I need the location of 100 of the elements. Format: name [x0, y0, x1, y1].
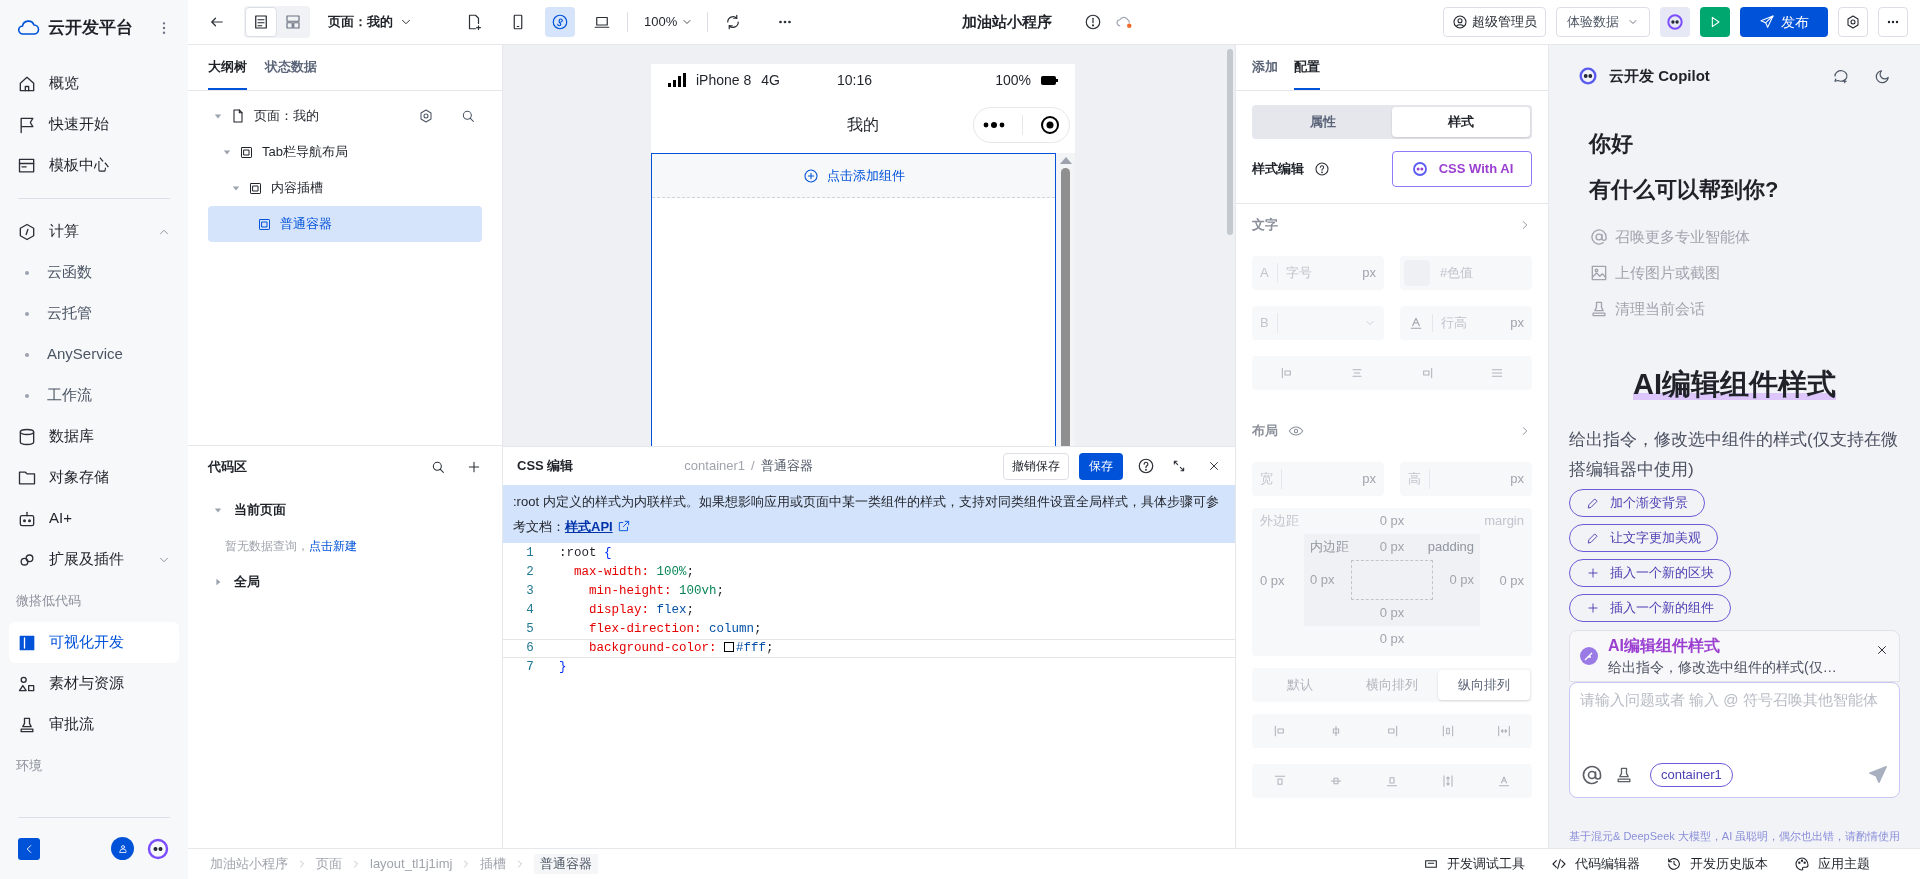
footer-tool[interactable]: 开发调试工具 [1423, 854, 1525, 874]
config-tab[interactable]: 配置 [1294, 45, 1320, 90]
mode-tab[interactable]: 样式 [1392, 107, 1530, 137]
help-icon[interactable] [1314, 161, 1330, 177]
zoom-selector[interactable]: 100% [644, 12, 694, 32]
grid-icon [284, 13, 302, 31]
code-line: :root { [559, 545, 612, 563]
page-selector[interactable]: 页面：我的 [328, 12, 413, 32]
user-avatar[interactable] [111, 837, 134, 860]
footer-tool[interactable]: 代码编辑器 [1551, 854, 1640, 874]
sidebar-item[interactable]: 计算 [9, 211, 179, 252]
caret-down-icon[interactable] [223, 148, 231, 156]
group-label: 当前页面 [234, 501, 286, 520]
sidebar-subitem[interactable]: 云托管 [9, 293, 179, 334]
pencil-icon [1586, 530, 1600, 545]
unit-label: px [1510, 314, 1524, 333]
sidebar-subitem[interactable]: 工作流 [9, 375, 179, 416]
canvas-scrollbar[interactable] [1227, 49, 1233, 235]
close-icon[interactable] [1207, 459, 1221, 473]
sidebar-item[interactable]: 快速开始 [9, 104, 179, 145]
publish-button[interactable]: 发布 [1740, 7, 1828, 37]
tree-item[interactable]: 普通容器 [208, 206, 482, 242]
tree-item[interactable]: 页面：我的 [208, 98, 482, 134]
path-separator: / [751, 457, 755, 476]
tree-item[interactable]: 内容插槽 [208, 170, 482, 206]
docs-link[interactable]: 样式API [565, 519, 613, 534]
sidebar-item[interactable]: 可视化开发 [9, 622, 179, 663]
mode-tab[interactable]: 属性 [1254, 107, 1392, 137]
save-button[interactable]: 保存 [1079, 452, 1123, 480]
data-selector[interactable]: 体验数据 [1556, 7, 1650, 37]
footer-tool[interactable]: 应用主题 [1794, 854, 1870, 874]
sidebar-item[interactable]: 对象存储 [9, 457, 179, 498]
eye-icon[interactable] [1288, 423, 1304, 439]
settings-button[interactable] [1838, 7, 1868, 37]
sidebar-subitem[interactable]: 云函数 [9, 252, 179, 293]
device-button[interactable] [545, 7, 575, 37]
battery-icon [1041, 75, 1058, 85]
code-group[interactable]: 全局 [208, 564, 482, 600]
chat-input[interactable]: 请输入问题或者 输入 @ 符号召唤其他智能体 container1 [1569, 681, 1900, 798]
preview-button[interactable] [1700, 7, 1730, 37]
collapse-button[interactable] [18, 837, 40, 860]
sidebar-item[interactable]: 模板中心 [9, 145, 179, 186]
copilot-icon [1410, 160, 1429, 178]
phone-scrollbar[interactable] [1061, 168, 1070, 446]
add-component-button[interactable]: 点击添加组件 [652, 154, 1055, 198]
undo-save-button[interactable]: 撤销保存 [1003, 452, 1069, 480]
component-icon [239, 144, 254, 160]
copilot-icon [1665, 12, 1685, 32]
alert-icon[interactable] [1084, 13, 1103, 31]
at-icon [1589, 227, 1609, 247]
search-icon[interactable] [460, 108, 476, 124]
selected-container[interactable]: 点击添加组件 [651, 153, 1056, 446]
sidebar-item[interactable]: 扩展及插件 [9, 539, 179, 580]
settings-icon[interactable] [418, 108, 434, 124]
sidebar-item[interactable]: AI+ [9, 498, 179, 539]
direction-option[interactable]: 纵向排列 [1438, 670, 1530, 700]
panel-tab[interactable]: 大纲树 [208, 45, 247, 90]
code-group[interactable]: 当前页面 [208, 492, 482, 528]
space-between-icon[interactable] [1440, 723, 1456, 739]
css-ai-button[interactable]: CSS With AI [1392, 151, 1532, 187]
sidebar-item[interactable]: 审批流 [9, 704, 179, 745]
help-icon[interactable] [1137, 457, 1155, 475]
color-swatch[interactable] [724, 642, 735, 653]
code-editor[interactable]: 1 :root { 2 max-width: 100%; 3 min-height: 100vh; 4 display: flex; 5 flex-direction: column; 6 background-color: #fff; 7 } [503, 543, 1235, 848]
scroll-up-icon[interactable] [1059, 157, 1072, 164]
moon-icon[interactable] [1874, 67, 1892, 85]
space-around-icon[interactable] [1496, 723, 1512, 739]
view-mode-button[interactable] [245, 7, 277, 37]
sidebar-item[interactable]: 数据库 [9, 416, 179, 457]
empty-message: 暂无数据查询，点击新建 [225, 538, 357, 555]
config-tab[interactable]: 添加 [1252, 45, 1278, 90]
sidebar-item[interactable]: 素材与资源 [9, 663, 179, 704]
caret-right-icon[interactable] [214, 578, 222, 586]
signal-icon [668, 73, 686, 87]
code-line: max-width: 100%; [574, 564, 695, 582]
page-title: 我的 [847, 114, 879, 135]
app-title: 加油站小程序 [962, 11, 1053, 32]
copilot-button[interactable] [1660, 7, 1690, 37]
new-chat-icon[interactable] [1832, 67, 1850, 85]
code-line: display: flex; [589, 602, 695, 620]
sidebar-item[interactable]: 概览 [9, 63, 179, 104]
breadcrumb-item[interactable]: 普通容器 [534, 854, 599, 874]
copilot-icon[interactable] [146, 836, 170, 861]
stretch-vertical-icon[interactable] [1440, 773, 1456, 789]
add-icon[interactable] [466, 459, 482, 475]
clock-time: 10:16 [836, 70, 872, 90]
external-link-icon[interactable] [616, 519, 631, 533]
caret-down-icon[interactable] [214, 506, 222, 514]
footer-tool[interactable]: 开发历史版本 [1666, 854, 1768, 874]
tree-item[interactable]: Tab栏导航布局 [208, 134, 482, 170]
send-icon[interactable] [1867, 763, 1889, 786]
caret-down-icon[interactable] [232, 184, 240, 192]
search-icon[interactable] [430, 459, 446, 475]
create-link[interactable]: 点击新建 [309, 539, 357, 553]
account-button[interactable]: 超级管理员 [1443, 7, 1546, 37]
panel-tab[interactable]: 状态数据 [265, 45, 317, 90]
expand-icon[interactable] [1171, 458, 1187, 474]
target-icon [1040, 114, 1061, 135]
sidebar-subitem[interactable]: AnyService [9, 334, 179, 375]
caret-down-icon[interactable] [214, 112, 222, 120]
